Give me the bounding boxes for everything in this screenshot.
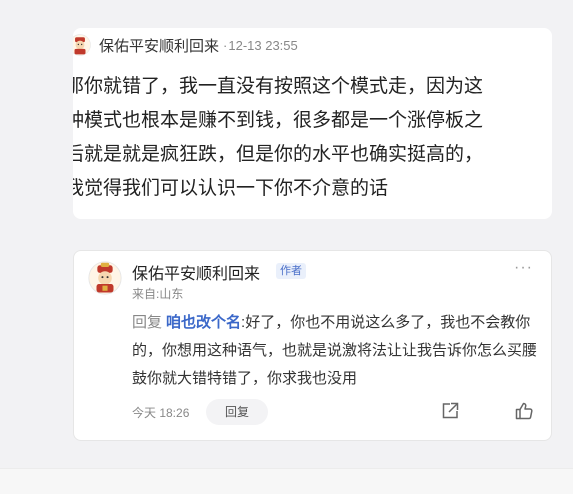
post-line: 后就是就是疯狂跌，但是你的水平也确实挺高的，	[73, 144, 484, 165]
reply-label: 回复	[132, 314, 163, 331]
avatar-icon[interactable]	[88, 261, 122, 295]
post-header: 保佑平安顺利回来 · 12-13 23:55	[73, 32, 298, 58]
post-author[interactable]: 保佑平安顺利回来	[99, 35, 219, 56]
post-line: 我觉得我们可以认识一下你不介意的话	[73, 178, 389, 199]
thumbs-up-icon[interactable]	[514, 401, 534, 421]
post-line: 种模式也根本是赚不到钱，很多都是一个涨停板之	[73, 110, 484, 131]
reply-target-link[interactable]: 咱也改个名	[166, 314, 241, 331]
comment-time: 今天 18:26	[132, 406, 190, 420]
post-line: 那你就错了，我一直没有按照这个模式走，因为这	[73, 76, 484, 97]
header-separator: ·	[223, 37, 228, 53]
post-body: 那你就错了，我一直没有按照这个模式走，因为这 种模式也根本是赚不到钱，很多都是一…	[73, 70, 552, 206]
reply-button[interactable]: 回复	[206, 399, 268, 425]
share-icon[interactable]	[440, 401, 460, 421]
author-badge: 作者	[276, 263, 306, 279]
comment-location: 来自:山东	[132, 287, 184, 301]
comment-text: 回复 咱也改个名:好了，你也不用说这么多了，我也不会教你的，你想用这种语气，也就是…	[132, 309, 542, 393]
bottom-bar	[0, 468, 573, 494]
post-card: 保佑平安顺利回来 · 12-13 23:55 那你就错了，我一直没有按照这个模式…	[73, 28, 552, 219]
post-time: 12-13 23:55	[228, 37, 298, 53]
comment-card: 保佑平安顺利回来 作者 ··· 来自:山东 回复 咱也改个名:好了，你也不用说这么…	[73, 250, 552, 441]
comment-author[interactable]: 保佑平安顺利回来	[132, 260, 260, 284]
avatar-icon[interactable]	[73, 34, 91, 56]
more-options-button[interactable]: ···	[514, 259, 533, 277]
